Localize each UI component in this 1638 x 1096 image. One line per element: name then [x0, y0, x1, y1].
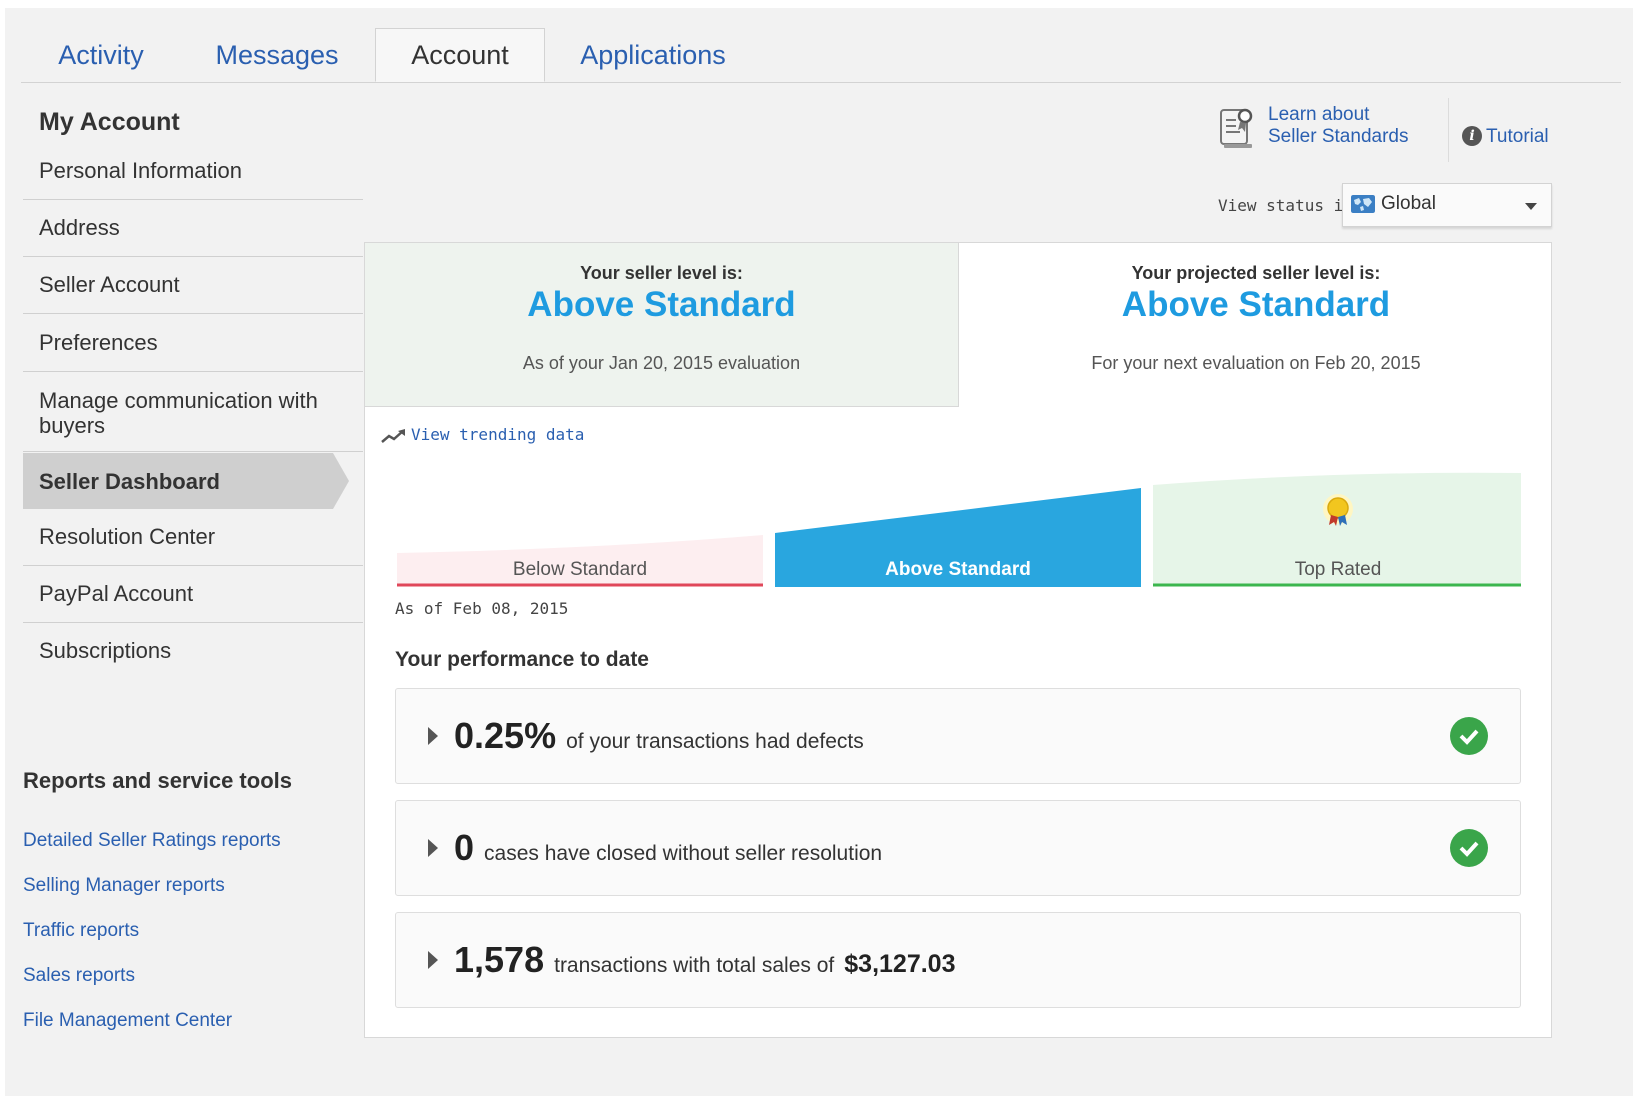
- sidebar-item-label: Seller Dashboard: [39, 469, 220, 494]
- sidebar-item-label: Manage communication with buyers: [39, 388, 318, 438]
- report-link-traffic[interactable]: Traffic reports: [23, 920, 139, 942]
- trend-up-icon: [381, 429, 405, 443]
- tab-applications[interactable]: Applications: [573, 28, 733, 82]
- expand-arrow-icon: [428, 951, 438, 969]
- projected-level-value: Above Standard: [1121, 285, 1391, 324]
- reports-title: Reports and service tools: [23, 768, 292, 793]
- current-level-note: As of your Jan 20, 2015 evaluation: [522, 353, 801, 373]
- tab-bar: Activity Messages Account Applications: [21, 28, 1621, 83]
- sidebar-item-paypal-account[interactable]: PayPal Account: [23, 566, 363, 623]
- tab-account[interactable]: Account: [375, 28, 545, 82]
- projected-level-note: For your next evaluation on Feb 20, 2015: [1091, 353, 1421, 373]
- segment-below-standard: Below Standard: [395, 551, 765, 591]
- globe-map-icon: [1351, 195, 1375, 213]
- tutorial-link[interactable]: i Tutorial: [1462, 126, 1549, 148]
- sidebar-item-label: Resolution Center: [39, 524, 216, 549]
- metric-transactions-value: 1,578: [454, 939, 545, 980]
- report-link-file-management[interactable]: File Management Center: [23, 1010, 232, 1032]
- view-status-select[interactable]: Global: [1342, 183, 1552, 227]
- check-icon: [1450, 717, 1488, 755]
- sidebar-item-preferences[interactable]: Preferences: [23, 314, 363, 372]
- metric-defects-value: 0.25%: [454, 715, 557, 756]
- info-icon: i: [1462, 126, 1482, 146]
- performance-title: Your performance to date: [395, 648, 649, 671]
- sidebar-item-label: Address: [39, 215, 120, 240]
- segment-above-standard: Above Standard: [775, 551, 1141, 591]
- tab-messages[interactable]: Messages: [201, 28, 353, 82]
- sidebar-item-resolution-center[interactable]: Resolution Center: [23, 509, 363, 566]
- sidebar-item-label: Personal Information: [39, 158, 242, 183]
- chevron-down-icon: [1525, 203, 1537, 210]
- tutorial-label: Tutorial: [1486, 126, 1549, 147]
- metric-defects-text: of your transactions had defects: [566, 730, 864, 753]
- sidebar-item-personal-information[interactable]: Personal Information: [23, 148, 363, 200]
- report-link-sales[interactable]: Sales reports: [23, 965, 135, 987]
- metric-transactions-text: transactions with total sales of: [554, 954, 835, 977]
- sidebar-title: My Account: [39, 108, 180, 136]
- check-icon: [1450, 829, 1488, 867]
- meter-as-of-date: As of Feb 08, 2015: [395, 599, 569, 618]
- segment-below-label: Below Standard: [512, 559, 648, 580]
- metric-transactions-row[interactable]: 1,578 transactions with total sales of $…: [395, 912, 1521, 1008]
- metric-defects-row[interactable]: 0.25% of your transactions had defects: [395, 688, 1521, 784]
- current-level-box: Your seller level is: Above Standard As …: [365, 243, 959, 407]
- expand-arrow-icon: [428, 727, 438, 745]
- learn-seller-standards[interactable]: Learn about Seller Standards: [1218, 104, 1438, 154]
- sidebar-item-manage-communication[interactable]: Manage communication with buyers: [23, 372, 363, 452]
- dashboard-panel: Your seller level is: Above Standard As …: [364, 242, 1552, 1038]
- view-status-value: Global: [1381, 193, 1436, 214]
- trend-link-label: View trending data: [411, 425, 585, 444]
- metric-cases-row[interactable]: 0 cases have closed without seller resol…: [395, 800, 1521, 896]
- divider: [1448, 98, 1449, 162]
- metric-total-sales-amount: $3,127.03: [844, 950, 956, 978]
- projected-level-label: Your projected seller level is:: [1131, 263, 1381, 283]
- segment-top-label: Top Rated: [1294, 559, 1382, 580]
- view-status-label: View status in:: [1218, 196, 1363, 215]
- sidebar-item-label: Subscriptions: [39, 638, 172, 663]
- projected-level-box: Your projected seller level is: Above St…: [959, 243, 1553, 407]
- metric-cases-text: cases have closed without seller resolut…: [484, 842, 883, 865]
- report-link-selling-manager[interactable]: Selling Manager reports: [23, 875, 225, 897]
- current-level-label: Your seller level is:: [580, 263, 743, 283]
- expand-arrow-icon: [428, 839, 438, 857]
- current-level-value: Above Standard: [527, 285, 796, 324]
- document-badge-icon: [1220, 108, 1253, 148]
- seller-level-meter: Below Standard Above Standard Top Rated: [395, 471, 1523, 591]
- segment-top-rated: Top Rated: [1153, 491, 1523, 591]
- sidebar-item-subscriptions[interactable]: Subscriptions: [23, 623, 363, 680]
- view-trending-data-link[interactable]: View trending data: [381, 425, 584, 444]
- segment-above-label: Above Standard: [885, 559, 1031, 580]
- metric-cases-value: 0: [454, 827, 475, 868]
- learn-line2: Seller Standards: [1268, 126, 1409, 147]
- tab-activity[interactable]: Activity: [41, 28, 161, 82]
- top-rated-badge-icon: [1323, 494, 1353, 526]
- sidebar-item-seller-dashboard[interactable]: Seller Dashboard: [23, 453, 349, 509]
- sidebar-item-label: PayPal Account: [39, 581, 194, 606]
- learn-line1: Learn about: [1268, 104, 1370, 125]
- report-link-detailed-seller-ratings[interactable]: Detailed Seller Ratings reports: [23, 830, 281, 852]
- sidebar-item-label: Preferences: [39, 330, 158, 355]
- sidebar-item-label: Seller Account: [39, 272, 180, 297]
- sidebar-item-seller-account[interactable]: Seller Account: [23, 257, 363, 314]
- sidebar-item-address[interactable]: Address: [23, 200, 363, 257]
